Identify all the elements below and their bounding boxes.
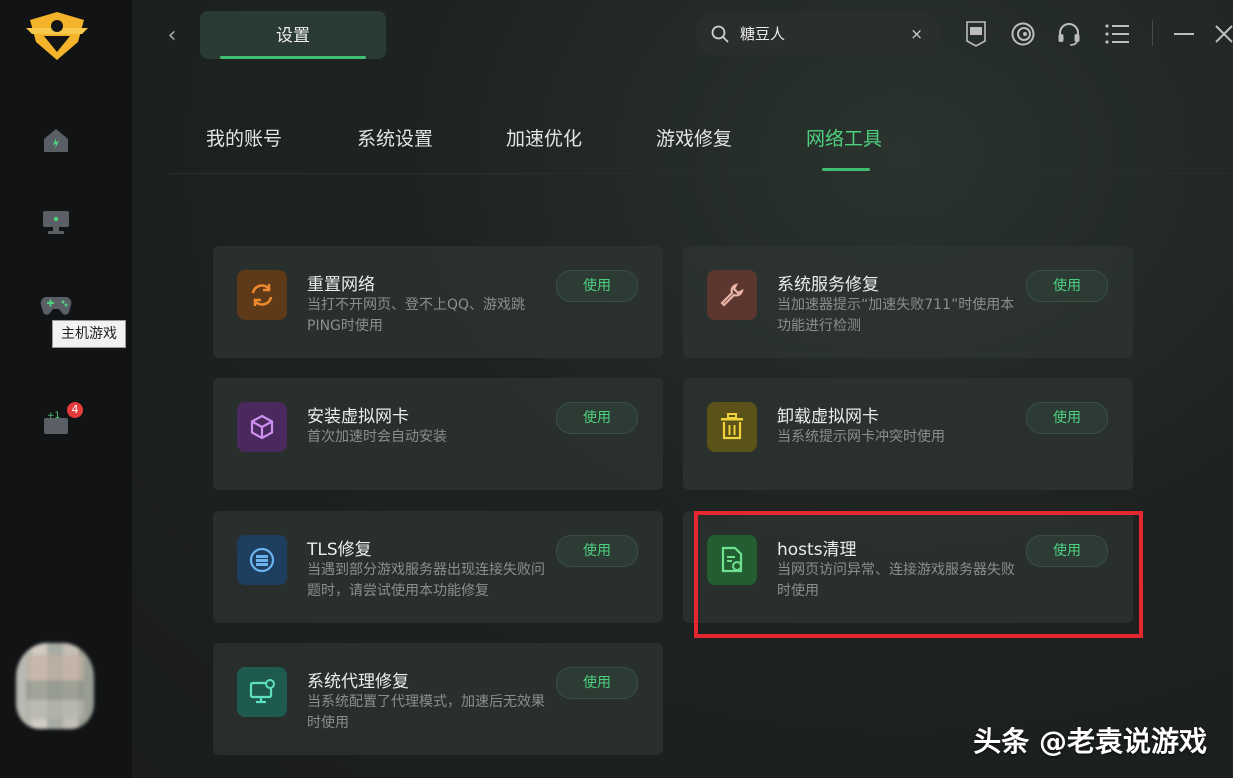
tab-my-account[interactable]: 我的账号 bbox=[206, 124, 282, 151]
use-button[interactable]: 使用 bbox=[1026, 402, 1108, 434]
card-title: 卸载虚拟网卡 bbox=[777, 407, 879, 427]
card-description: 当遇到部分游戏服务器出现连接失败问题时，请尝试使用本功能修复 bbox=[307, 562, 545, 599]
card-description: 当打不开网页、登不上QQ、游戏跳PING时使用 bbox=[307, 297, 526, 334]
server-icon bbox=[237, 535, 287, 585]
use-button[interactable]: 使用 bbox=[556, 535, 638, 567]
monitor-icon bbox=[237, 667, 287, 717]
avatar[interactable] bbox=[16, 643, 94, 729]
card-title: TLS修复 bbox=[307, 540, 372, 560]
headset-icon[interactable] bbox=[1055, 20, 1083, 48]
card-tls-repair: TLS修复 当遇到部分游戏服务器出现连接失败问题时，请尝试使用本功能修复 使用 bbox=[213, 511, 663, 623]
minimize-icon[interactable] bbox=[1170, 20, 1198, 48]
card-system-proxy-repair: 系统代理修复 当系统配置了代理模式，加速后无效果时使用 使用 bbox=[213, 643, 663, 755]
sidebar: 主机游戏 +1 4 bbox=[0, 0, 132, 778]
tab-acceleration[interactable]: 加速优化 bbox=[506, 124, 582, 151]
highlight-box bbox=[694, 511, 1143, 638]
card-title: 安装虚拟网卡 bbox=[307, 407, 409, 427]
search-icon bbox=[711, 25, 729, 43]
tab-game-repair[interactable]: 游戏修复 bbox=[656, 124, 732, 151]
uplay-icon[interactable] bbox=[1009, 20, 1037, 48]
monitor-nav-icon[interactable] bbox=[38, 204, 74, 240]
use-button[interactable]: 使用 bbox=[556, 270, 638, 302]
tabs-divider bbox=[170, 173, 1233, 174]
close-icon[interactable]: × bbox=[910, 12, 923, 56]
card-title: 系统代理修复 bbox=[307, 672, 409, 692]
search-value[interactable]: 糖豆人 bbox=[740, 12, 785, 56]
card-install-virtual-nic: 安装虚拟网卡 首次加速时会自动安装 使用 bbox=[213, 378, 663, 490]
card-uninstall-virtual-nic: 卸载虚拟网卡 当系统提示网卡冲突时使用 使用 bbox=[683, 378, 1133, 490]
window-close-icon[interactable] bbox=[1210, 20, 1233, 48]
page-title[interactable]: 设置 bbox=[200, 11, 386, 59]
tab-network-tools[interactable]: 网络工具 bbox=[806, 124, 882, 151]
card-description: 当系统配置了代理模式，加速后无效果时使用 bbox=[307, 694, 545, 731]
active-tab-indicator bbox=[822, 168, 870, 171]
gamepad-icon[interactable] bbox=[38, 286, 74, 322]
refresh-icon bbox=[237, 270, 287, 320]
trash-icon bbox=[707, 402, 757, 452]
toolbar-divider bbox=[1152, 20, 1153, 46]
gift-label: +1 bbox=[47, 411, 60, 421]
use-button[interactable]: 使用 bbox=[556, 402, 638, 434]
search-input[interactable]: 糖豆人 × bbox=[695, 12, 941, 56]
main-panel: ‹ 设置 糖豆人 × 我的账号 系统设置 加速优化 游戏修复 网络工具 重置网络 bbox=[132, 0, 1233, 778]
back-icon[interactable]: ‹ bbox=[162, 22, 182, 50]
card-description: 当系统提示网卡冲突时使用 bbox=[777, 429, 945, 445]
card-system-service-repair: 系统服务修复 当加速器提示“加速失败711”时使用本功能进行检测 使用 bbox=[683, 246, 1133, 358]
wrench-icon bbox=[707, 270, 757, 320]
card-description: 首次加速时会自动安装 bbox=[307, 429, 447, 445]
app-logo bbox=[22, 8, 92, 64]
card-description: 当加速器提示“加速失败711”时使用本功能进行检测 bbox=[777, 297, 1015, 334]
menu-icon[interactable] bbox=[1103, 20, 1131, 48]
home-icon[interactable] bbox=[38, 122, 74, 158]
epic-games-icon[interactable] bbox=[962, 20, 990, 48]
tooltip: 主机游戏 bbox=[52, 320, 126, 348]
tab-system-settings[interactable]: 系统设置 bbox=[357, 124, 433, 151]
watermark: 头条 @老袁说游戏 bbox=[973, 725, 1207, 758]
card-title: 重置网络 bbox=[307, 275, 375, 295]
notification-badge: 4 bbox=[67, 402, 83, 418]
use-button[interactable]: 使用 bbox=[1026, 270, 1108, 302]
cube-icon bbox=[237, 402, 287, 452]
card-title: 系统服务修复 bbox=[777, 275, 879, 295]
use-button[interactable]: 使用 bbox=[556, 667, 638, 699]
card-reset-network: 重置网络 当打不开网页、登不上QQ、游戏跳PING时使用 使用 bbox=[213, 246, 663, 358]
